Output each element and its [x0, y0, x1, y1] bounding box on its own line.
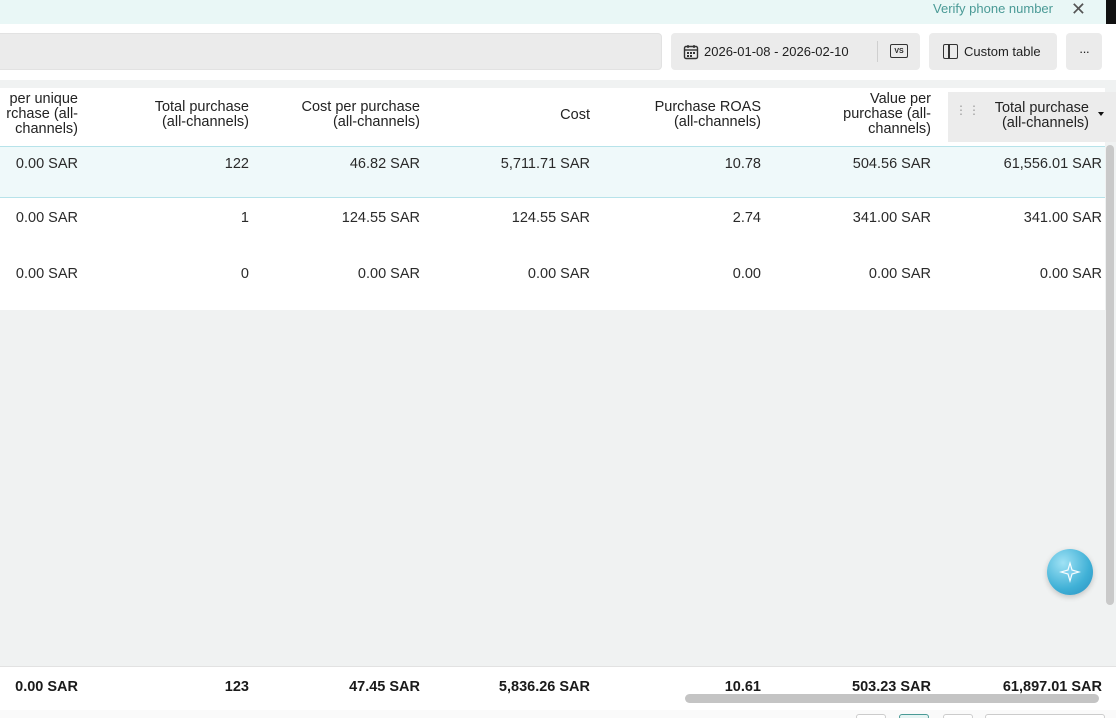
table-cell: 0.00 SAR: [527, 266, 590, 282]
table-cell: 341.00 SAR: [852, 210, 931, 226]
calendar-icon: [683, 44, 699, 59]
drag-handle-icon[interactable]: ⋮⋮: [955, 104, 981, 116]
column-header-total-purchase-value[interactable]: Total purchase (all-channels): [995, 101, 1089, 131]
table-cell: 2.74: [732, 210, 761, 226]
total-cell: 123: [224, 679, 249, 695]
table-cell: 0.00 SAR: [15, 266, 78, 282]
table-cell: 5,711.71 SAR: [500, 156, 590, 172]
date-range-label: 2026-01-08 - 2026-02-10: [704, 44, 849, 59]
table-cell: 124.55 SAR: [341, 210, 420, 226]
table-cell: 122: [224, 156, 249, 172]
total-cell: 0.00 SAR: [15, 679, 78, 695]
custom-table-label: Custom table: [964, 44, 1041, 59]
table-cell: 0: [240, 266, 249, 282]
total-cell: 47.45 SAR: [349, 679, 420, 695]
toolbar: 2026-01-08 - 2026-02-10 VS Custom table …: [0, 24, 1116, 80]
table-cell: 0.00 SAR: [15, 156, 78, 172]
table-row[interactable]: [0, 256, 1105, 308]
total-cell: 503.23 SAR: [852, 679, 931, 695]
table-cell: 10.78: [724, 156, 761, 172]
date-range-button[interactable]: 2026-01-08 - 2026-02-10 VS: [671, 33, 920, 70]
window-edge: [1106, 0, 1116, 24]
sparkle-icon: [1059, 561, 1081, 583]
caret-down-icon[interactable]: [1098, 112, 1104, 116]
vs-icon[interactable]: VS: [890, 44, 908, 58]
table-row[interactable]: [0, 201, 1105, 253]
vertical-scrollbar[interactable]: [1106, 145, 1114, 605]
total-cell: 5,836.26 SAR: [498, 679, 590, 695]
table-cell: 0.00 SAR: [357, 266, 420, 282]
table-cell: 1: [240, 210, 249, 226]
pagination-next-button[interactable]: [943, 714, 973, 718]
table-row[interactable]: [0, 146, 1105, 198]
column-header-cost-per-purchase[interactable]: Cost per purchase (all-channels): [302, 100, 420, 130]
more-icon[interactable]: ···: [1066, 33, 1102, 70]
table-cell: 0.00 SAR: [1039, 266, 1102, 282]
column-header-value-per-purchase[interactable]: Value per purchase (all- channels): [843, 92, 931, 137]
table-cell: 124.55 SAR: [511, 210, 590, 226]
ai-assistant-button[interactable]: [1047, 549, 1093, 595]
column-header-cost[interactable]: Cost: [560, 108, 590, 123]
verify-phone-link[interactable]: Verify phone number: [933, 1, 1053, 16]
pagination-page-button[interactable]: [899, 714, 929, 718]
custom-table-button[interactable]: Custom table: [929, 33, 1057, 70]
divider: [877, 41, 878, 62]
total-cell: 10.61: [724, 679, 761, 695]
table-cell: 61,556.01 SAR: [1003, 156, 1102, 172]
table-cell: 46.82 SAR: [349, 156, 420, 172]
pagination-prev-button[interactable]: [856, 714, 886, 718]
column-header-cost-per-unique-purchase[interactable]: per unique rchase (all- channels): [6, 92, 78, 137]
table-cell: 0.00 SAR: [868, 266, 931, 282]
page-size-select[interactable]: [985, 714, 1105, 718]
table-totals-row: 0.00 SAR 123 47.45 SAR 5,836.26 SAR 10.6…: [0, 666, 1116, 710]
table-layout-icon: [943, 44, 958, 59]
close-icon[interactable]: ✕: [1071, 0, 1086, 18]
table-cell: 504.56 SAR: [852, 156, 931, 172]
column-header-purchase-roas[interactable]: Purchase ROAS (all-channels): [655, 100, 761, 130]
total-cell: 61,897.01 SAR: [1002, 679, 1102, 695]
table-cell: 0.00 SAR: [15, 210, 78, 226]
table-cell: 0.00: [732, 266, 761, 282]
horizontal-scrollbar[interactable]: [685, 694, 1099, 703]
table-cell: 341.00 SAR: [1023, 210, 1102, 226]
notification-banner: Verify phone number ✕: [0, 0, 1116, 24]
column-header-total-purchase[interactable]: Total purchase (all-channels): [155, 100, 249, 130]
search-input[interactable]: [0, 33, 662, 70]
